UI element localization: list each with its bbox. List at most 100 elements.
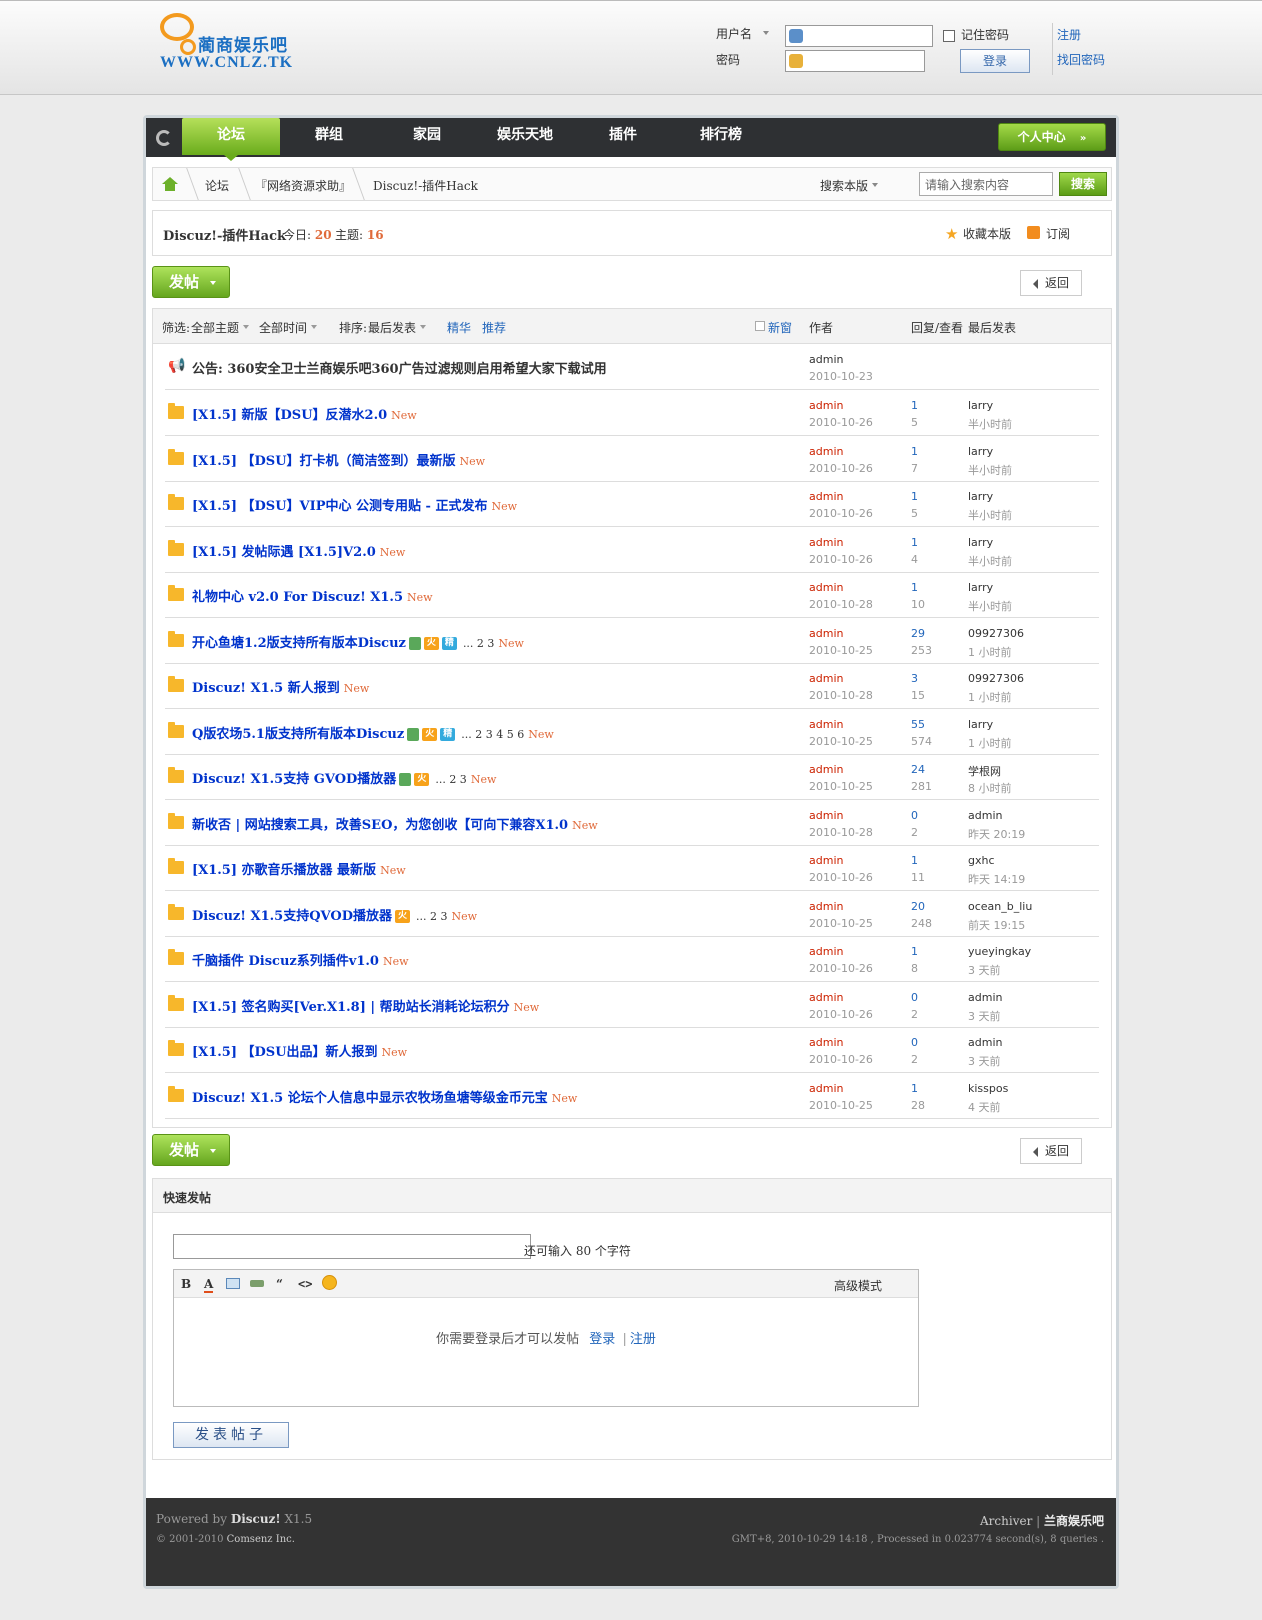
thread-replies[interactable]: 55 — [911, 718, 925, 731]
bold-icon[interactable]: B — [181, 1277, 191, 1291]
table-row[interactable]: [X1.5] 签名购买[Ver.X1.8] | 帮助站长消耗论坛积分 New adm… — [165, 982, 1099, 1028]
logo-name[interactable]: 蔺商娱乐吧 — [198, 31, 288, 56]
table-row[interactable]: Discuz! X1.5 论坛个人信息中显示农牧场鱼塘等级金币元宝 New admi… — [165, 1073, 1099, 1119]
thread-last-time[interactable]: 半小时前 — [968, 553, 1012, 569]
thread-author[interactable]: admin — [809, 900, 843, 913]
user-center-button[interactable]: 个人中心 » — [998, 123, 1106, 151]
thread-author[interactable]: admin — [809, 490, 843, 503]
thread-replies[interactable]: 0 — [911, 1036, 918, 1049]
thread-replies[interactable]: 29 — [911, 627, 925, 640]
company-link[interactable]: Comsenz Inc. — [227, 1534, 295, 1545]
thread-author[interactable]: admin — [809, 1036, 843, 1049]
table-row[interactable]: [X1.5] 新版【DSU】反潜水2.0 New admin 2010-10-26 1 5… — [165, 390, 1099, 436]
thread-replies[interactable]: 1 — [911, 581, 918, 594]
image-icon[interactable] — [226, 1278, 240, 1289]
table-row[interactable]: 新收否 | 网站搜索工具，改善SEO，为您创收【可向下兼容X1.0 New admi… — [165, 800, 1099, 846]
thread-title-link[interactable]: Discuz! X1.5支持 GVOD播放器 — [192, 772, 396, 787]
thread-last-time[interactable]: 1 小时前 — [968, 644, 1012, 660]
powered-by-brand[interactable]: Discuz! — [231, 1512, 281, 1526]
thread-last-time[interactable]: 半小时前 — [968, 598, 1012, 614]
thread-title-link[interactable]: [X1.5] 新版【DSU】反潜水2.0 — [192, 408, 387, 423]
thread-title-link[interactable]: Discuz! X1.5 论坛个人信息中显示农牧场鱼塘等级金币元宝 — [192, 1091, 548, 1106]
breadcrumb-category[interactable]: 『网络资源求助』 — [255, 177, 351, 194]
thread-last-time[interactable]: 昨天 20:19 — [968, 826, 1025, 842]
table-row[interactable]: 开心鱼塘1.2版支持所有版本Discuz 火精 ... 2 3 New admin 201… — [165, 618, 1099, 664]
nav-item-forum[interactable]: 论坛 — [182, 118, 280, 161]
refresh-icon[interactable] — [156, 130, 172, 146]
thread-last-user[interactable]: 09927306 — [968, 672, 1024, 685]
thread-author[interactable]: admin — [809, 809, 843, 822]
thread-replies[interactable]: 1 — [911, 399, 918, 412]
nav-item-plugins[interactable]: 插件 — [574, 118, 672, 157]
search-scope-dropdown-icon[interactable] — [872, 183, 878, 187]
subscribe-link[interactable]: 订阅 — [1046, 225, 1070, 242]
thread-last-user[interactable]: larry — [968, 399, 993, 412]
new-post-button-bottom[interactable]: 发帖 — [152, 1134, 230, 1166]
thread-last-time[interactable]: 3 天前 — [968, 1008, 1001, 1024]
thread-title-link[interactable]: [X1.5] 【DSU出品】新人报到 — [192, 1045, 378, 1060]
announcement-row[interactable]: 📢 公告: 360安全卫士兰商娱乐吧360广告过滤规则启用希望大家下载试用 ad… — [165, 344, 1099, 390]
thread-author[interactable]: admin — [809, 627, 843, 640]
thread-last-user[interactable]: 学根网 — [968, 763, 1001, 779]
quick-post-login-link[interactable]: 登录 — [589, 1332, 615, 1347]
thread-author[interactable]: admin — [809, 991, 843, 1004]
thread-replies[interactable]: 1 — [911, 445, 918, 458]
back-button[interactable]: 返回 — [1020, 270, 1082, 296]
quick-post-register-link[interactable]: 注册 — [630, 1332, 656, 1347]
nav-item-home[interactable]: 家园 — [378, 118, 476, 157]
thread-last-time[interactable]: 前天 19:15 — [968, 917, 1025, 933]
table-row[interactable]: Discuz! X1.5 新人报到 New admin 2010-10-28 3 15 09… — [165, 663, 1099, 709]
table-row[interactable]: Q版农场5.1版支持所有版本Discuz 火精 ... 2 3 4 5 6 New ad… — [165, 709, 1099, 755]
thread-last-user[interactable]: admin — [968, 991, 1002, 1004]
thread-last-time[interactable]: 3 天前 — [968, 962, 1001, 978]
username-dropdown-icon[interactable] — [763, 31, 769, 35]
thread-title-link[interactable]: Discuz! X1.5 新人报到 — [192, 681, 340, 696]
thread-author[interactable]: admin — [809, 581, 843, 594]
thread-pages[interactable]: ... 2 3 — [416, 910, 447, 923]
thread-title-link[interactable]: [X1.5] 签名购买[Ver.X1.8] | 帮助站长消耗论坛积分 — [192, 1000, 510, 1015]
thread-title-link[interactable]: Discuz! X1.5支持QVOD播放器 — [192, 909, 392, 924]
thread-replies[interactable]: 0 — [911, 991, 918, 1004]
announcement-author[interactable]: admin — [809, 353, 843, 366]
thread-title-link[interactable]: 新收否 | 网站搜索工具，改善SEO，为您创收【可向下兼容X1.0 — [192, 818, 568, 833]
thread-last-user[interactable]: ocean_b_liu — [968, 900, 1032, 913]
thread-title-link[interactable]: [X1.5] 【DSU】打卡机（简洁签到）最新版 — [192, 454, 456, 469]
thread-title-link[interactable]: 千脑插件 Discuz系列插件v1.0 — [192, 954, 379, 969]
thread-last-time[interactable]: 昨天 14:19 — [968, 871, 1025, 887]
nav-item-ranking[interactable]: 排行榜 — [672, 118, 770, 157]
thread-last-time[interactable]: 半小时前 — [968, 462, 1012, 478]
favorite-forum-link[interactable]: 收藏本版 — [963, 225, 1011, 242]
filter-digest[interactable]: 精华 — [447, 319, 471, 336]
thread-last-user[interactable]: 09927306 — [968, 627, 1024, 640]
forgot-password-link[interactable]: 找回密码 — [1057, 51, 1105, 68]
breadcrumb-forum[interactable]: 论坛 — [205, 177, 229, 194]
thread-author[interactable]: admin — [809, 445, 843, 458]
thread-replies[interactable]: 1 — [911, 490, 918, 503]
filter-all-topics[interactable]: 全部主题 — [191, 319, 239, 336]
thread-replies[interactable]: 1 — [911, 945, 918, 958]
password-input[interactable] — [785, 50, 925, 72]
rss-icon[interactable] — [1027, 226, 1040, 239]
register-link[interactable]: 注册 — [1057, 26, 1081, 43]
quote-icon[interactable]: “ — [276, 1277, 283, 1291]
remember-checkbox[interactable] — [943, 30, 955, 42]
home-icon[interactable] — [161, 176, 179, 192]
thread-last-user[interactable]: admin — [968, 809, 1002, 822]
announcement-title[interactable]: 公告: 360安全卫士兰商娱乐吧360广告过滤规则启用希望大家下载试用 — [192, 358, 607, 377]
thread-replies[interactable]: 1 — [911, 854, 918, 867]
table-row[interactable]: [X1.5] 【DSU】打卡机（简洁签到）最新版 New admin 2010-10-… — [165, 436, 1099, 482]
thread-replies[interactable]: 3 — [911, 672, 918, 685]
thread-last-time[interactable]: 半小时前 — [968, 416, 1012, 432]
thread-title-link[interactable]: [X1.5] 发帖际遇 [X1.5]V2.0 — [192, 545, 376, 560]
thread-last-time[interactable]: 3 天前 — [968, 1053, 1001, 1069]
thread-author[interactable]: admin — [809, 854, 843, 867]
thread-pages[interactable]: ... 2 3 — [463, 637, 494, 650]
username-input[interactable] — [785, 25, 933, 47]
logo-bubble-icon[interactable] — [160, 13, 196, 55]
thread-last-time[interactable]: 8 小时前 — [968, 780, 1012, 796]
nav-item-groups[interactable]: 群组 — [280, 118, 378, 157]
sort-last-post[interactable]: 最后发表 — [368, 319, 416, 336]
login-button[interactable]: 登录 — [960, 49, 1030, 73]
thread-author[interactable]: admin — [809, 536, 843, 549]
thread-replies[interactable]: 20 — [911, 900, 925, 913]
